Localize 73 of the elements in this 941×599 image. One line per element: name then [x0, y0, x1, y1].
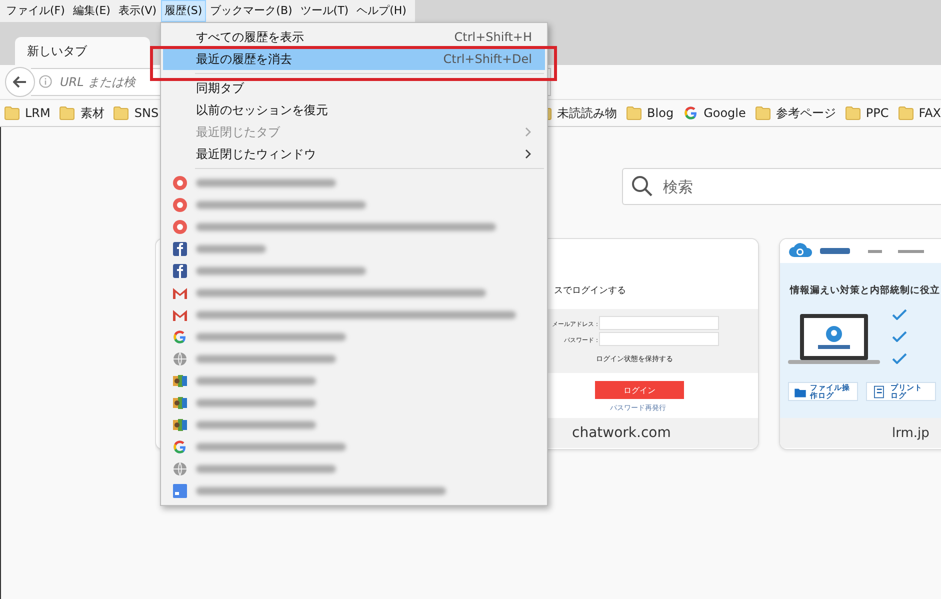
folder-icon	[844, 105, 861, 121]
search-icon	[631, 175, 653, 197]
ring-icon	[172, 197, 188, 213]
blurred-entry[interactable]	[196, 333, 346, 341]
f-square-icon	[172, 263, 188, 279]
blurred-entry[interactable]	[196, 311, 516, 319]
tab[interactable]: 新しいタブ	[15, 37, 150, 65]
folder-icon	[754, 105, 771, 121]
menu-item[interactable]: すべての履歴を表示 Ctrl+Shift+H	[163, 26, 545, 48]
m-letter-icon	[172, 285, 188, 301]
blurred-entry[interactable]	[196, 487, 446, 495]
folder-icon	[626, 105, 642, 121]
blurred-entry[interactable]	[196, 421, 316, 429]
document-icon	[872, 384, 887, 400]
bookmark-link[interactable]: PPC	[866, 106, 889, 120]
g-logo-icon	[172, 329, 188, 345]
blurred-entry[interactable]	[196, 465, 336, 473]
bookmark-link[interactable]: 未読読み物	[557, 104, 618, 122]
page-heading: スでログインする	[554, 285, 626, 297]
g-logo-icon	[172, 439, 188, 455]
back-button[interactable]	[5, 67, 35, 97]
menu-item[interactable]: 同期タブ	[163, 77, 545, 99]
menu-item[interactable]: 最近閉じたウィンドウ	[163, 143, 545, 165]
blurred-entry[interactable]	[196, 399, 316, 407]
menu-item[interactable]: 編集(E)	[68, 0, 114, 22]
bookmark-link[interactable]: Google	[704, 106, 746, 120]
menu-item[interactable]: 表示(V)	[114, 0, 161, 22]
globe-icon	[172, 461, 188, 477]
check-icon	[892, 331, 907, 342]
bookmark-link[interactable]: Blog	[647, 106, 674, 120]
bookmark-link[interactable]: FAX	[918, 106, 941, 120]
menu-item[interactable]: ツール(T)	[296, 0, 353, 22]
arrow-left-icon	[13, 76, 27, 88]
login-button: ログイン	[595, 381, 684, 399]
menu-item[interactable]: ファイル(F)	[2, 0, 69, 22]
folder-icon	[113, 105, 130, 121]
colored-blocks-icon	[172, 417, 188, 433]
check-icon	[892, 353, 907, 364]
folder-icon	[898, 105, 914, 121]
hero-heading: 情報漏えい対策と内部統制に役立	[790, 284, 940, 297]
colored-blocks-icon	[172, 373, 188, 389]
blurred-entry[interactable]	[196, 201, 366, 209]
folder-icon	[4, 105, 20, 121]
menu-item[interactable]: 最近の履歴を消去 Ctrl+Shift+Del	[163, 48, 545, 70]
blurred-entry[interactable]	[196, 267, 366, 275]
menu-item[interactable]: 以前のセッションを復元	[163, 99, 545, 121]
bookmark-link[interactable]: SNS	[134, 106, 159, 120]
menu-item[interactable]: ヘルプ(H)	[352, 0, 410, 22]
info-icon[interactable]	[39, 75, 52, 88]
bookmark-link[interactable]: LRM	[25, 106, 50, 120]
check-icon	[892, 309, 907, 320]
ring-icon	[172, 219, 188, 235]
blurred-entry[interactable]	[196, 245, 266, 253]
globe-icon	[172, 351, 188, 367]
calendar-icon	[172, 483, 188, 499]
ring-icon	[172, 175, 188, 191]
blurred-entry[interactable]	[196, 443, 346, 451]
blurred-entry[interactable]	[196, 355, 336, 363]
g-logo-icon	[682, 105, 699, 121]
blurred-entry[interactable]	[196, 377, 316, 385]
menu-item[interactable]: ブックマーク(B)	[206, 0, 296, 22]
m-letter-icon	[172, 307, 188, 323]
colored-blocks-icon	[172, 395, 188, 411]
folder-icon	[59, 105, 76, 121]
tile-caption: lrm.jp	[780, 418, 941, 448]
bookmark-link[interactable]: 参考ページ	[776, 104, 836, 122]
search-field[interactable]: 検索	[622, 168, 941, 205]
f-square-icon	[172, 241, 188, 257]
blurred-entry[interactable]	[196, 179, 336, 187]
blurred-entry[interactable]	[196, 289, 486, 297]
blurred-entry[interactable]	[196, 223, 496, 231]
menu-item[interactable]: 履歴(S)	[160, 0, 206, 22]
bookmark-link[interactable]: 素材	[80, 104, 104, 122]
